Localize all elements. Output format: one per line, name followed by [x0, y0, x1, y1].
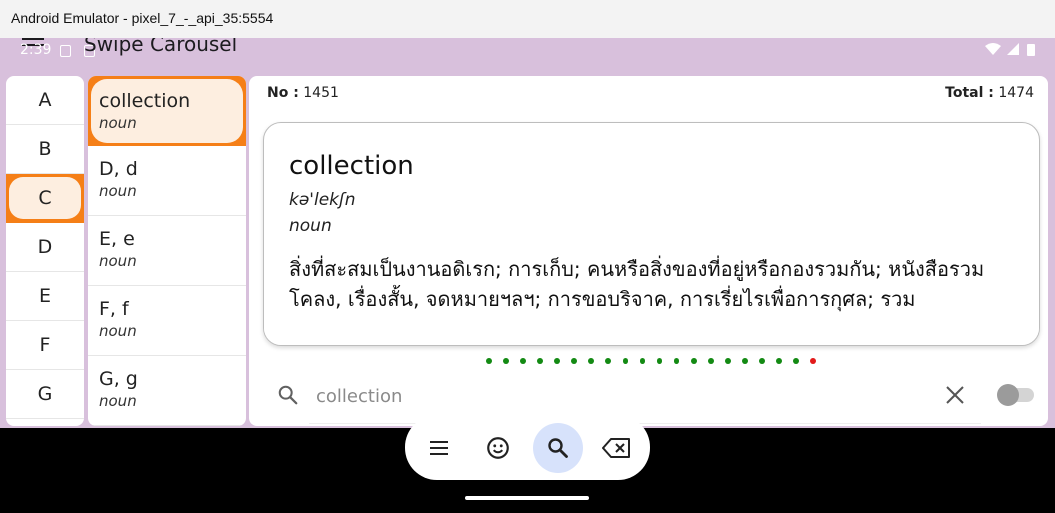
emulator-screen: 2:39 Swipe Carousel A BCD E F G collection no… [0, 38, 1055, 513]
pager-dot [571, 358, 578, 364]
selection-pill: collection noun [91, 79, 243, 143]
mode-toggle[interactable] [997, 384, 1034, 406]
letter-label: B [38, 138, 52, 160]
letter-label: C [9, 177, 81, 219]
pager-dot [690, 358, 697, 364]
letter-label: D [37, 236, 53, 258]
emoji-icon [487, 437, 509, 459]
backspace-icon [602, 438, 630, 458]
nav-emoji-button[interactable] [475, 425, 521, 471]
word-pos: noun [99, 182, 137, 200]
word-pos: noun [99, 322, 137, 340]
pager-dot [656, 358, 663, 364]
word-text: D, d [99, 158, 138, 180]
card-definition: สิ่งที่สะสมเป็นงานอดิเรก; การเก็บ; คนหรื… [289, 257, 985, 311]
letter-item-b[interactable]: B [6, 125, 84, 174]
status-icons [985, 43, 1035, 56]
word-list-item[interactable]: D, d noun [88, 146, 246, 216]
word-list-item[interactable]: collection noun [88, 76, 246, 146]
battery-icon [1027, 44, 1035, 56]
letter-label: E [38, 285, 51, 307]
letter-label: A [38, 89, 52, 111]
no-value: 1451 [303, 85, 339, 101]
word-pos: noun [99, 252, 137, 270]
detail-panel: No : 1451 Total : 1474 collection kə'lek… [249, 76, 1048, 426]
wifi-icon [985, 43, 1001, 55]
word-text: G, g [99, 368, 138, 390]
word-text: collection [99, 90, 191, 112]
pager-dot [554, 358, 561, 364]
pager-dot [724, 358, 731, 364]
word-text: E, e [99, 228, 135, 250]
app-screen: 2:39 Swipe Carousel A BCD E F G collection no… [0, 38, 1055, 428]
pager-dot [759, 358, 765, 364]
letter-item-g[interactable]: G [6, 370, 84, 419]
toggle-knob [997, 384, 1019, 406]
pager-dot [486, 358, 492, 364]
pager-dot [605, 358, 612, 364]
total-value: 1474 [998, 85, 1034, 101]
total-label: Total : [945, 85, 994, 101]
total-count: Total : 1474 [945, 85, 1034, 101]
pager-dot [622, 358, 629, 364]
bottom-nav [405, 415, 650, 480]
pager-dots [486, 358, 816, 368]
letter-label: G [37, 383, 53, 405]
word-list: collection noun D, d noun E, e noun F, f noun G,… [88, 76, 246, 426]
pager-dot [520, 358, 526, 364]
letter-label: F [39, 334, 51, 356]
search-icon [548, 438, 568, 458]
pager-dot [707, 358, 714, 364]
pager-dot [810, 358, 816, 364]
search-underline [309, 423, 981, 424]
letter-item-a[interactable]: A [6, 76, 84, 125]
letter-item-f[interactable]: F [6, 321, 84, 370]
letter-item-e[interactable]: E [6, 272, 84, 321]
search-icon [278, 385, 298, 405]
window-titlebar: Android Emulator - pixel_7_-_api_35:5554 [0, 0, 1055, 38]
pager-dot [793, 358, 799, 364]
card-clip-mask [264, 319, 1039, 345]
letter-item-d[interactable]: D [6, 223, 84, 272]
card-pronunciation: kə'lekʃn [289, 190, 356, 210]
nav-menu-button[interactable] [416, 425, 462, 471]
menu-icon [430, 441, 448, 455]
nav-backspace-button[interactable] [594, 425, 640, 471]
notification-icon [60, 45, 71, 57]
word-list-item[interactable]: F, f noun [88, 286, 246, 356]
clear-icon[interactable] [946, 386, 964, 404]
pager-dot [588, 358, 595, 364]
window-title: Android Emulator - pixel_7_-_api_35:5554 [11, 10, 274, 26]
pager-dot [537, 358, 543, 364]
word-list-item[interactable]: G, g noun [88, 356, 246, 426]
word-list-item[interactable]: E, e noun [88, 216, 246, 286]
pager-dot [639, 358, 646, 364]
pager-dot [741, 358, 748, 364]
nav-search-button[interactable] [533, 423, 583, 473]
no-label: No : [267, 85, 299, 101]
card-word: collection [289, 151, 414, 181]
letter-item-c[interactable]: C [6, 174, 84, 223]
word-pos: noun [99, 392, 137, 410]
pager-dot [776, 358, 782, 364]
pager-dot [673, 358, 680, 364]
app-title: Swipe Carousel [84, 38, 238, 56]
letter-index: A BCD E F G [6, 76, 84, 426]
signal-icon [1007, 43, 1019, 55]
status-time: 2:39 [20, 42, 52, 58]
word-card[interactable]: collection kə'lekʃn noun สิ่งที่สะสมเป็น… [263, 122, 1040, 346]
word-text: F, f [99, 298, 129, 320]
search-input[interactable]: collection [316, 386, 402, 407]
current-number: No : 1451 [267, 85, 339, 101]
home-indicator[interactable] [465, 496, 589, 500]
card-part-of-speech: noun [289, 216, 332, 236]
pager-dot [503, 358, 509, 364]
word-pos: noun [99, 114, 137, 132]
